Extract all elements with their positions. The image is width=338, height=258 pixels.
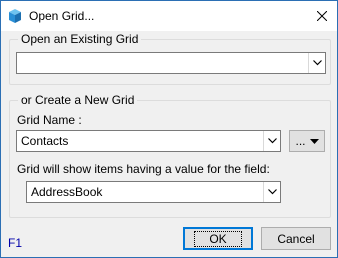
field-dropdown-arrow[interactable]: [263, 182, 280, 202]
close-icon: [317, 11, 327, 21]
field-value: AddressBook: [31, 185, 103, 199]
existing-grid-select[interactable]: [16, 52, 326, 74]
chevron-down-icon: [267, 189, 277, 195]
existing-grid-dropdown-arrow[interactable]: [308, 53, 325, 73]
open-grid-dialog: Open Grid... Open an Existing Grid or Cr…: [0, 0, 338, 258]
close-button[interactable]: [307, 1, 337, 31]
grid-name-more-button[interactable]: ...: [289, 130, 325, 152]
title-bar: Open Grid...: [1, 1, 337, 31]
chevron-down-icon: [312, 60, 322, 66]
grid-name-dropdown-arrow[interactable]: [263, 131, 280, 151]
ok-button[interactable]: OK: [183, 227, 253, 250]
new-grid-group: or Create a New Grid Grid Name : Contact…: [9, 93, 331, 218]
chevron-down-icon: [267, 138, 277, 144]
existing-grid-group: Open an Existing Grid: [9, 32, 331, 85]
cancel-button-label: Cancel: [277, 231, 315, 246]
ok-button-label: OK: [194, 230, 242, 247]
app-icon: [9, 9, 21, 23]
cancel-button[interactable]: Cancel: [261, 227, 331, 250]
grid-name-label: Grid Name :: [17, 113, 82, 127]
field-label: Grid will show items having a value for …: [17, 162, 270, 176]
window-title: Open Grid...: [29, 9, 95, 23]
help-f1-label: F1: [8, 236, 23, 250]
dropdown-arrow-icon: [309, 138, 319, 144]
grid-name-input[interactable]: Contacts: [16, 130, 281, 152]
new-grid-group-title: or Create a New Grid: [18, 93, 138, 107]
existing-grid-group-title: Open an Existing Grid: [18, 32, 142, 46]
grid-name-value: Contacts: [21, 134, 69, 148]
more-button-label: ...: [295, 134, 306, 148]
field-select[interactable]: AddressBook: [26, 181, 281, 203]
